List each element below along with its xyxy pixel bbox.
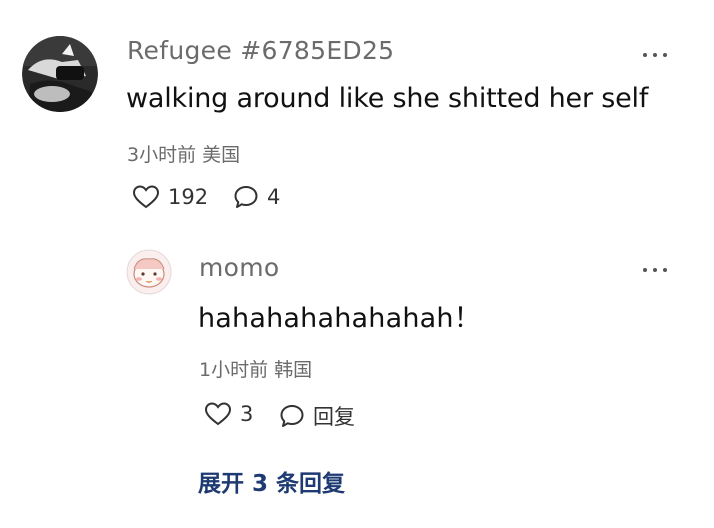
comment-username[interactable]: Refugee #6785ED25	[127, 36, 394, 65]
reply-label: 回复	[313, 405, 355, 429]
avatar-image	[22, 36, 98, 112]
comment-bubble-icon	[280, 405, 304, 427]
like-button[interactable]: 3	[204, 401, 253, 427]
avatar-image	[126, 249, 172, 295]
reply-button[interactable]: 回复	[279, 401, 355, 431]
expand-replies-link[interactable]: 展开 3 条回复	[198, 464, 345, 498]
comment-thread: Refugee #6785ED25 walking around like sh…	[0, 0, 714, 528]
more-dot	[663, 53, 667, 57]
like-count: 3	[240, 402, 254, 426]
reply-username[interactable]: momo	[199, 253, 280, 282]
more-dot	[643, 268, 647, 272]
heart-icon	[204, 402, 232, 426]
more-dot	[643, 53, 647, 57]
reply-button[interactable]: 4	[233, 184, 280, 210]
reply-count: 4	[267, 185, 281, 209]
more-icon[interactable]	[643, 265, 667, 275]
reply-text: hahahahahahahah！	[198, 303, 481, 334]
comment-text: walking around like she shitted her self	[126, 83, 649, 114]
comment-meta: 3小时前 美国	[127, 144, 241, 166]
like-count: 192	[168, 185, 209, 209]
more-dot	[653, 268, 657, 272]
more-dot	[653, 53, 657, 57]
more-dot	[663, 268, 667, 272]
more-icon[interactable]	[643, 50, 667, 60]
reply-meta: 1小时前 韩国	[199, 359, 313, 381]
avatar[interactable]	[22, 36, 98, 112]
comment-bubble-icon	[234, 186, 258, 208]
like-button[interactable]: 192	[132, 184, 208, 210]
reply-avatar[interactable]	[126, 249, 172, 295]
heart-icon	[132, 185, 160, 209]
